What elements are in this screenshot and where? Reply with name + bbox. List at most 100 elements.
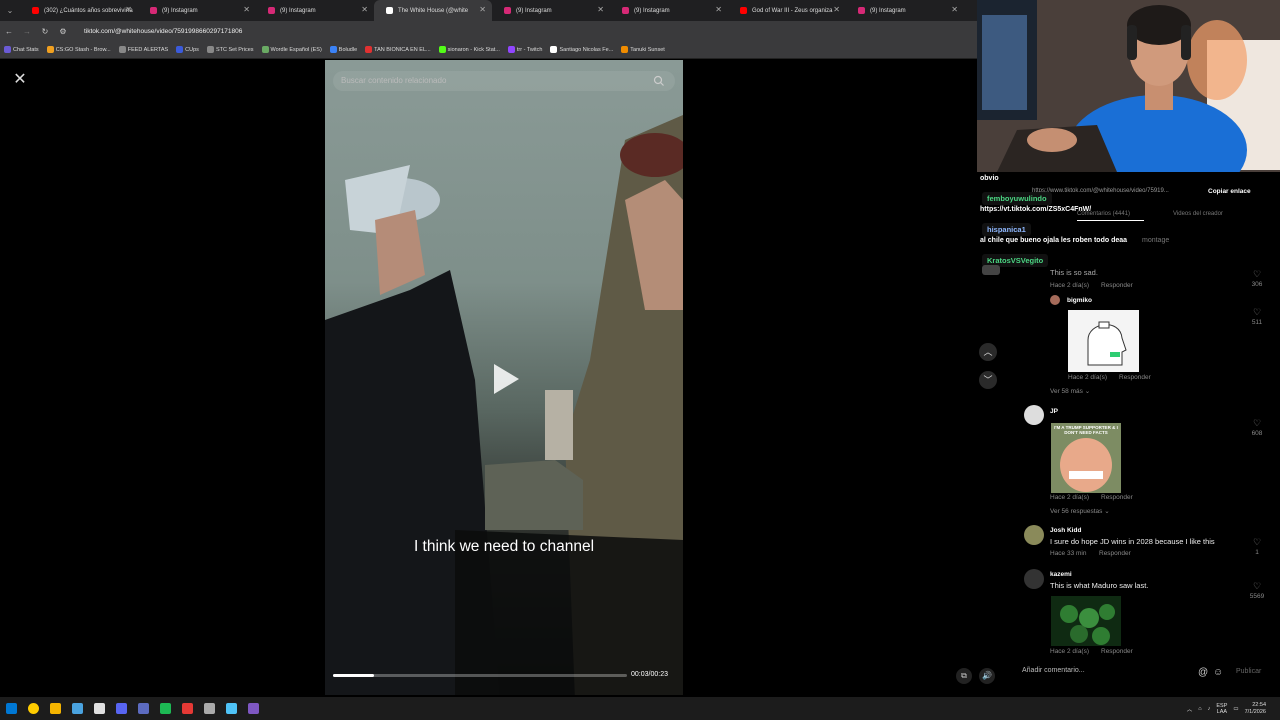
bookmark-item[interactable]: FEED ALERTAS [118,46,168,53]
bookmark-item[interactable]: CS:GO Stash - Brow... [46,46,111,53]
bookmark-item[interactable]: Tanuki Sunset [621,46,665,53]
taskbar-app-icon[interactable] [154,697,176,720]
bookmark-item[interactable]: Santiago Nicolas Fe... [550,46,613,53]
tab-comments[interactable]: Comentarios (4441) [1077,211,1130,217]
like-button[interactable]: ♡ 608 [1247,419,1267,438]
comment-input[interactable]: Añadir comentario... [1022,667,1192,674]
taskbar-app-icon[interactable] [198,697,220,720]
comment-author[interactable]: JP [1050,408,1058,415]
taskbar-app-icon[interactable] [242,697,264,720]
tab-close-icon[interactable]: ✕ [125,5,132,14]
like-button[interactable]: ♡ 306 [1247,269,1267,289]
url-field[interactable]: tiktok.com/@whitehouse/video/75919986602… [84,28,242,35]
tab-close-icon[interactable]: ✕ [479,5,486,14]
reply-button[interactable]: Responder [1099,550,1131,557]
play-icon[interactable] [491,362,521,396]
taskbar-app-icon[interactable] [88,697,110,720]
video-player[interactable]: Buscar contenido relacionado I think we … [325,60,683,695]
tab-close-icon[interactable]: ✕ [361,5,368,14]
bookmark-item[interactable]: Wordle Español (ES) [261,46,322,53]
search-placeholder: Buscar contenido relacionado [341,76,447,85]
avatar[interactable] [1024,525,1044,545]
like-button[interactable]: ♡ 1 [1247,538,1267,557]
comment-image [1051,596,1121,646]
close-icon[interactable]: ✕ [10,70,30,90]
back-icon[interactable]: ← [0,27,18,36]
related-search-input[interactable]: Buscar contenido relacionado [333,71,675,91]
comment-author[interactable]: bigmiko [1067,297,1092,304]
bookmark-item[interactable]: STC Set Prices [206,46,254,53]
site-info-icon[interactable]: ⚙ [54,27,72,36]
browser-tab[interactable]: (9) Instagram ✕ [610,0,728,21]
tab-label: God of War III - Zeus organiza [752,7,833,14]
like-button[interactable]: ♡ 511 [1247,308,1267,327]
comment-author[interactable]: kazemi [1050,571,1072,578]
browser-tab[interactable]: God of War III - Zeus organiza ✕ [728,0,846,21]
taskbar-app-icon[interactable] [22,697,44,720]
bookmark-item[interactable]: trr - Twitch [507,46,543,53]
copy-link-button[interactable]: Copiar enlace [1208,188,1251,195]
reply-button[interactable]: Responder [1119,374,1151,381]
network-icon[interactable]: ⌂ [1198,706,1201,712]
bookmark-label: Santiago Nicolas Fe... [559,46,614,53]
language-indicator[interactable]: ESP LAA [1216,703,1227,715]
captions-icon[interactable]: ⧉ [956,668,972,684]
volume-tray-icon[interactable]: ♪ [1208,706,1211,712]
hashtag-montage[interactable]: montage [1142,237,1169,244]
browser-tab[interactable]: (9) Instagram ✕ [138,0,256,21]
bookmark-item[interactable]: Chat Stats [4,46,39,53]
clock[interactable]: 22:54 7/1/2026 [1245,702,1266,716]
bookmark-item[interactable]: Boludle [329,46,357,53]
bookmark-item[interactable]: sionaron - Kick Stat... [438,46,500,53]
browser-tab[interactable]: (9) Instagram ✕ [846,0,964,21]
tab-close-icon[interactable]: ✕ [243,5,250,14]
avatar[interactable] [1024,405,1044,425]
reload-icon[interactable]: ↻ [36,27,54,36]
view-more-replies[interactable]: Ver 58 más ⌄ [1050,387,1090,395]
taskbar-app-icon[interactable] [44,697,66,720]
browser-tab[interactable]: (302) ¿Cuántos años sobreviviría ✕ [20,0,138,21]
taskbar-app-icon[interactable] [220,697,242,720]
heart-icon: ♡ [1252,269,1262,279]
tray-chevron-icon[interactable]: ︿ [1187,705,1193,713]
webcam-overlay [977,0,1280,172]
tab-creator-videos[interactable]: Videos del creador [1173,211,1223,217]
browser-tab[interactable]: (9) Instagram ✕ [492,0,610,21]
reply-button[interactable]: Responder [1101,648,1133,655]
webcam-image [977,0,1280,172]
browser-tab[interactable]: (9) Instagram ✕ [256,0,374,21]
bookmark-item[interactable]: CUps [176,46,199,53]
view-more-replies[interactable]: Ver 56 respuestas ⌄ [1050,507,1110,515]
taskbar-app-icon[interactable] [176,697,198,720]
tab-search-icon[interactable]: ⌄ [0,0,20,21]
forward-icon[interactable]: → [18,27,36,36]
comments-list: This is so sad. Hace 2 día(s) Responder … [977,262,1280,658]
avatar[interactable] [1050,295,1060,305]
tab-close-icon[interactable]: ✕ [597,5,604,14]
tab-close-icon[interactable]: ✕ [951,5,958,14]
reply-button[interactable]: Responder [1101,494,1133,501]
emoji-icon[interactable]: ☺ [1213,667,1223,678]
taskbar-app-icon[interactable] [110,697,132,720]
address-bar: ← → ↻ ⚙ tiktok.com/@whitehouse/video/759… [0,21,977,41]
publish-button[interactable]: Publicar [1236,668,1261,675]
taskbar-app-icon[interactable] [66,697,88,720]
reply-button[interactable]: Responder [1101,282,1133,289]
bookmark-item[interactable]: TAN BIONICA EN EL... [365,46,431,53]
search-icon[interactable] [653,75,665,87]
bookmark-label: trr - Twitch [516,46,543,53]
tab-close-icon[interactable]: ✕ [833,5,840,14]
browser-tab[interactable]: The White House (@white ✕ [374,0,492,21]
like-button[interactable]: ♡ 5569 [1247,582,1267,601]
start-icon[interactable] [0,697,22,720]
notification-icon[interactable]: ▭ [1233,706,1238,712]
taskbar-app-icon[interactable] [132,697,154,720]
tab-label: (9) Instagram [870,7,906,14]
mention-icon[interactable]: @ [1198,667,1208,678]
video-progress-bar[interactable] [333,674,627,677]
tab-close-icon[interactable]: ✕ [715,5,722,14]
avatar[interactable] [1024,569,1044,589]
tab-favicon-icon [268,7,275,14]
avatar[interactable] [982,265,1000,275]
comment-author[interactable]: Josh Kidd [1050,527,1081,534]
